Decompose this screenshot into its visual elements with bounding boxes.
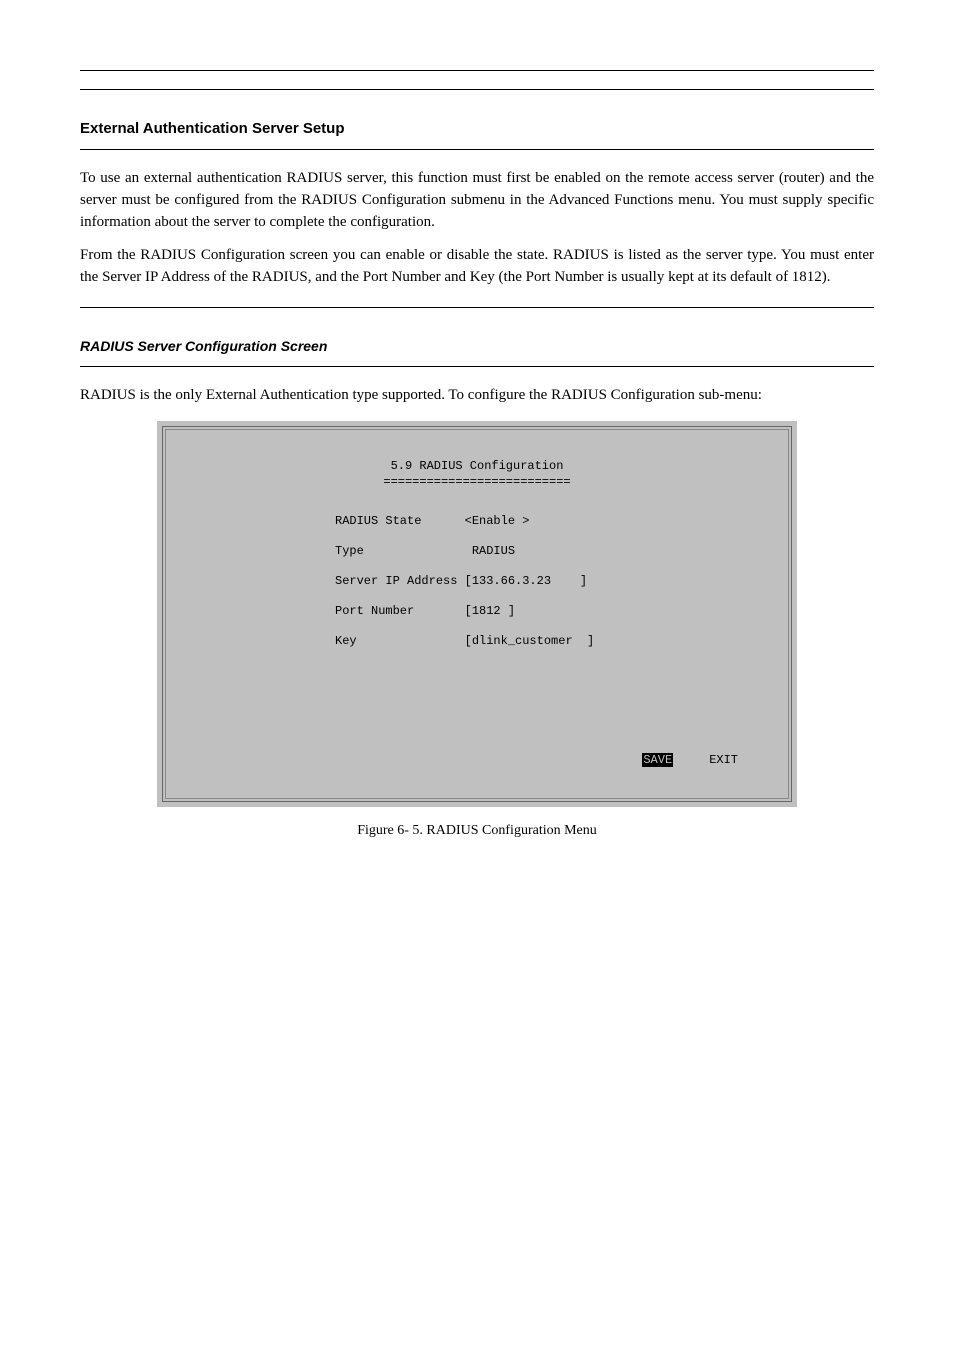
terminal-row-type: Type RADIUS (200, 536, 754, 566)
terminal-actions: SAVE EXIT (642, 752, 738, 768)
figure-caption: Figure 6- 5. RADIUS Configuration Menu (80, 823, 874, 839)
action-spacer (673, 753, 709, 767)
label-server-ip: Server IP Address (335, 574, 465, 588)
terminal-frame-outer: 5.9 RADIUS Configuration ===============… (157, 421, 797, 807)
value-port-number[interactable]: [1812 ] (465, 604, 515, 618)
section-rule-3 (80, 366, 874, 367)
value-type: RADIUS (465, 544, 515, 558)
page-header (80, 71, 874, 89)
label-port-number: Port Number (335, 604, 465, 618)
terminal-row-ip: Server IP Address [133.66.3.23 ] (200, 566, 754, 596)
label-key: Key (335, 634, 465, 648)
terminal-title: 5.9 RADIUS Configuration (200, 458, 754, 474)
value-radius-state[interactable]: <Enable > (465, 514, 530, 528)
config-body-paragraph: RADIUS is the only External Authenticati… (80, 385, 874, 407)
page: External Authentication Server Setup To … (0, 0, 954, 1351)
terminal-title-underline: ========================== (200, 474, 754, 490)
intro-paragraph-2: From the RADIUS Configuration screen you… (80, 245, 874, 289)
terminal-row-state: RADIUS State <Enable > (200, 506, 754, 536)
section-rule-1 (80, 149, 874, 150)
terminal-row-port: Port Number [1812 ] (200, 596, 754, 626)
value-key[interactable]: [dlink_customer ] (465, 634, 595, 648)
intro-paragraph-1: To use an external authentication RADIUS… (80, 168, 874, 233)
section-rule-2 (80, 307, 874, 308)
terminal-row-key: Key [dlink_customer ] (200, 626, 754, 656)
section-heading: External Authentication Server Setup (80, 120, 874, 137)
value-server-ip[interactable]: [133.66.3.23 ] (465, 574, 587, 588)
terminal-screen: 5.9 RADIUS Configuration ===============… (165, 429, 789, 799)
label-type: Type (335, 544, 465, 558)
label-radius-state: RADIUS State (335, 514, 465, 528)
header-rule-bottom (80, 89, 874, 90)
exit-button[interactable]: EXIT (709, 753, 738, 767)
terminal-screenshot: 5.9 RADIUS Configuration ===============… (157, 421, 797, 807)
radius-config-subheading: RADIUS Server Configuration Screen (80, 338, 874, 354)
terminal-frame-mid: 5.9 RADIUS Configuration ===============… (162, 426, 792, 802)
save-button[interactable]: SAVE (642, 753, 673, 767)
